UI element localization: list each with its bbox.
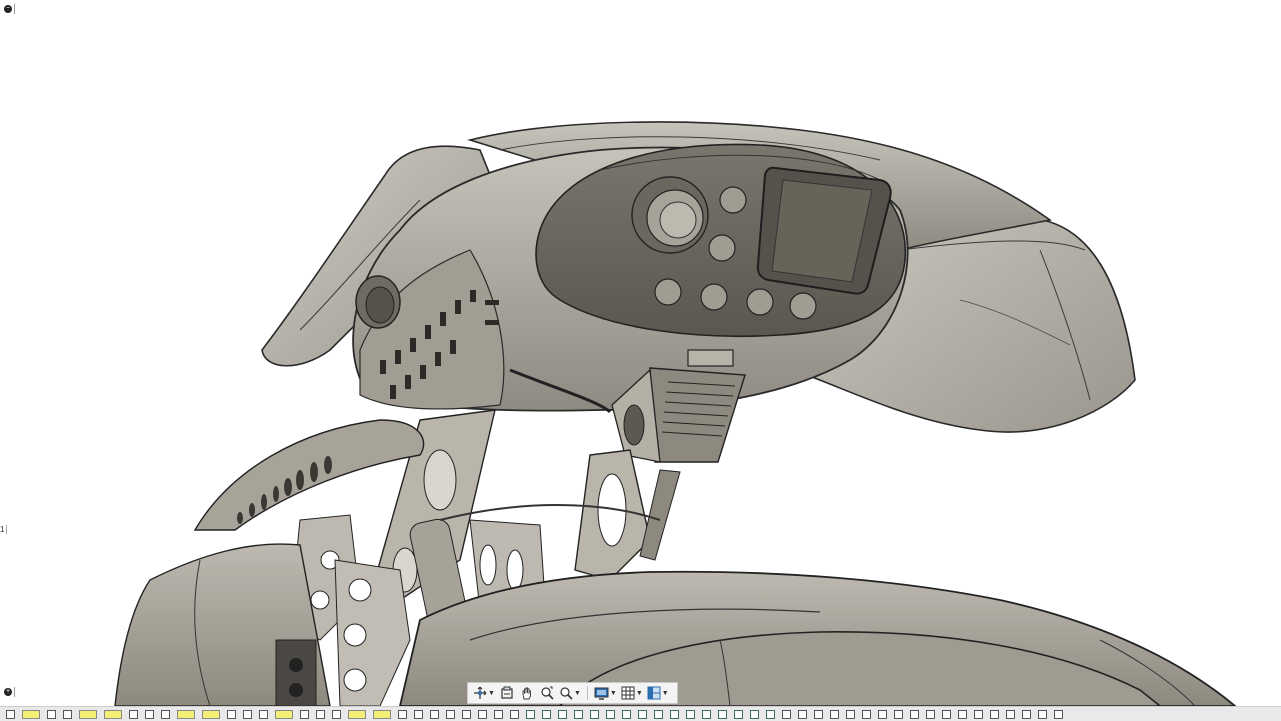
timeline-feature[interactable]	[942, 710, 951, 719]
timeline-feature[interactable]	[414, 710, 423, 719]
left-body-block	[114, 543, 411, 706]
timeline-feature[interactable]	[259, 710, 268, 719]
timeline-feature[interactable]	[332, 710, 341, 719]
timeline-feature[interactable]	[894, 710, 903, 719]
chevron-down-icon[interactable]: ▼	[574, 690, 581, 697]
timeline-feature[interactable]	[202, 710, 220, 719]
timeline-feature[interactable]	[1022, 710, 1031, 719]
fit-button[interactable]: ▼	[558, 684, 582, 702]
timeline-feature[interactable]	[766, 710, 775, 719]
timeline-feature[interactable]	[654, 710, 663, 719]
grid-icon	[621, 686, 635, 700]
panel-divider	[14, 4, 15, 14]
timeline-feature[interactable]	[542, 710, 551, 719]
timeline-feature[interactable]	[22, 710, 40, 719]
timeline-feature[interactable]	[300, 710, 309, 719]
display-settings-button[interactable]: ▼	[593, 684, 618, 702]
timeline-feature[interactable]	[782, 710, 791, 719]
timeline-feature[interactable]	[622, 710, 631, 719]
comments-panel-toggle[interactable]: +	[4, 685, 20, 699]
timeline-feature[interactable]	[702, 710, 711, 719]
collapse-icon: −	[4, 5, 12, 13]
toolbar-separator	[586, 686, 588, 700]
add-icon: +	[4, 688, 12, 696]
timeline-feature[interactable]	[316, 710, 325, 719]
timeline-feature[interactable]	[6, 710, 15, 719]
chevron-down-icon[interactable]: ▼	[488, 690, 495, 697]
timeline-feature[interactable]	[670, 710, 679, 719]
timeline-feature[interactable]	[830, 710, 839, 719]
timeline-feature[interactable]	[494, 710, 503, 719]
browser-panel-toggle[interactable]: −	[4, 2, 20, 16]
timeline-feature[interactable]	[958, 710, 967, 719]
orbit-icon	[474, 686, 487, 699]
timeline-feature[interactable]	[686, 710, 695, 719]
look-at-button[interactable]	[498, 684, 516, 702]
timeline-feature[interactable]	[275, 710, 293, 719]
navigation-toolbar: ▼ ▼ ▼ ▼ ▼	[467, 682, 678, 704]
timeline-feature[interactable]	[590, 710, 599, 719]
timeline-feature[interactable]	[373, 710, 391, 719]
timeline-feature[interactable]	[1006, 710, 1015, 719]
timeline-feature[interactable]	[462, 710, 471, 719]
zoom-icon	[541, 686, 554, 700]
timeline-feature[interactable]	[974, 710, 983, 719]
timeline-feature[interactable]	[243, 710, 252, 719]
timeline-feature[interactable]	[718, 710, 727, 719]
zoom-button[interactable]	[538, 684, 556, 702]
timeline-feature[interactable]	[606, 710, 615, 719]
robot-model-render[interactable]	[0, 0, 1281, 706]
timeline-feature[interactable]	[574, 710, 583, 719]
timeline-feature[interactable]	[734, 710, 743, 719]
look-at-icon	[501, 686, 513, 699]
timeline-feature[interactable]	[478, 710, 487, 719]
timeline-feature[interactable]	[926, 710, 935, 719]
timeline-feature[interactable]	[177, 710, 195, 719]
timeline-feature[interactable]	[63, 710, 72, 719]
viewports-icon	[647, 686, 661, 700]
display-icon	[594, 687, 609, 700]
grid-snaps-button[interactable]: ▼	[620, 684, 644, 702]
zoom-window-icon	[560, 687, 573, 700]
panel-divider	[14, 687, 15, 697]
timeline-feature[interactable]	[79, 710, 97, 719]
timeline-feature[interactable]	[862, 710, 871, 719]
chevron-down-icon[interactable]: ▼	[610, 690, 617, 697]
3d-viewport[interactable]	[0, 0, 1281, 706]
timeline-feature[interactable]	[1038, 710, 1047, 719]
viewports-button[interactable]: ▼	[646, 684, 670, 702]
timeline-feature[interactable]	[638, 710, 647, 719]
timeline-feature[interactable]	[227, 710, 236, 719]
timeline-feature[interactable]	[129, 710, 138, 719]
timeline-feature[interactable]	[104, 710, 122, 719]
orbit-button[interactable]: ▼	[472, 684, 496, 702]
timeline-feature[interactable]	[47, 710, 56, 719]
timeline-feature[interactable]	[814, 710, 823, 719]
design-timeline[interactable]	[0, 706, 1281, 721]
timeline-feature[interactable]	[558, 710, 567, 719]
timeline-feature[interactable]	[398, 710, 407, 719]
timeline-feature[interactable]	[348, 710, 366, 719]
timeline-feature[interactable]	[910, 710, 919, 719]
fusion-canvas-window: − 1 + ▼ ▼ ▼ ▼ ▼	[0, 0, 1281, 721]
chevron-down-icon[interactable]: ▼	[662, 690, 669, 697]
timeline-feature[interactable]	[510, 710, 519, 719]
pan-button[interactable]	[518, 684, 536, 702]
timeline-feature[interactable]	[161, 710, 170, 719]
timeline-feature[interactable]	[846, 710, 855, 719]
timeline-feature[interactable]	[526, 710, 535, 719]
pan-hand-icon	[522, 687, 531, 700]
timeline-feature[interactable]	[878, 710, 887, 719]
timeline-feature[interactable]	[750, 710, 759, 719]
timeline-feature[interactable]	[990, 710, 999, 719]
timeline-feature[interactable]	[798, 710, 807, 719]
timeline-track	[6, 710, 1063, 720]
chevron-down-icon[interactable]: ▼	[636, 690, 643, 697]
edge-marker: 1	[0, 525, 8, 534]
timeline-feature[interactable]	[145, 710, 154, 719]
timeline-feature[interactable]	[1054, 710, 1063, 719]
timeline-feature[interactable]	[430, 710, 439, 719]
timeline-feature[interactable]	[446, 710, 455, 719]
